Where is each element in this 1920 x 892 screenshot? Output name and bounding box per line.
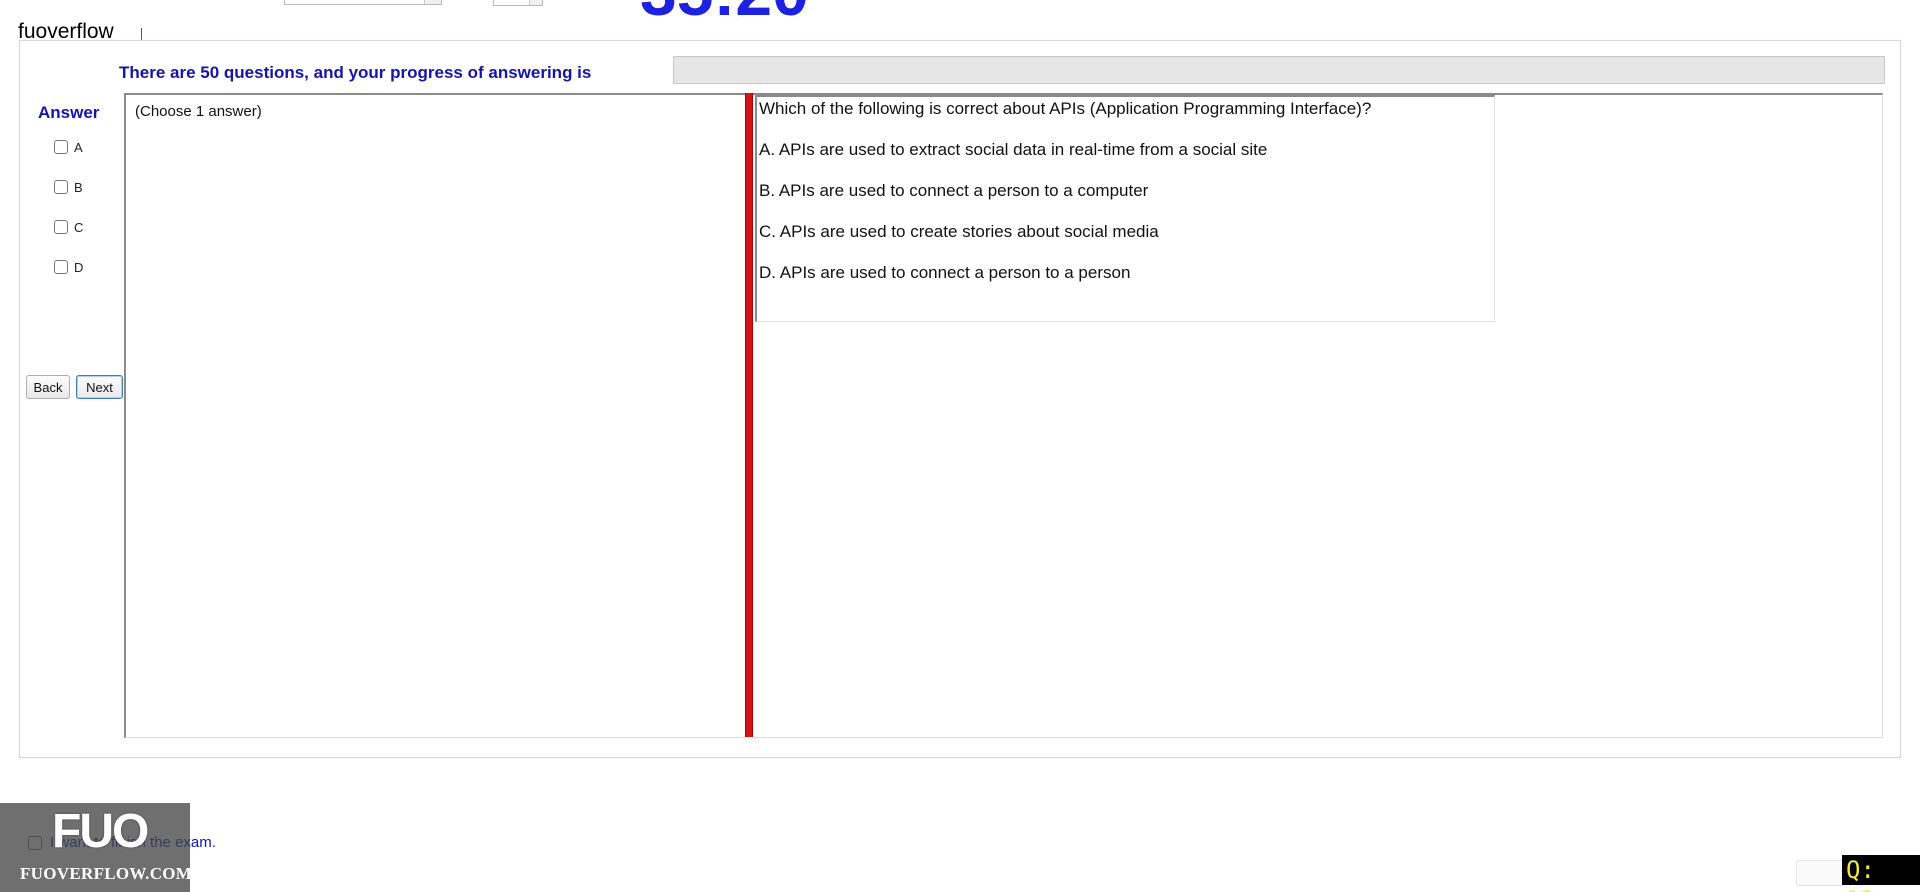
watermark-logo-mark: FUO bbox=[52, 805, 149, 858]
progress-bar bbox=[673, 56, 1885, 84]
answer-option-label: B bbox=[74, 179, 83, 195]
finish-button[interactable] bbox=[1796, 860, 1844, 886]
question-box bbox=[755, 95, 1495, 322]
back-button[interactable]: Back bbox=[26, 375, 70, 399]
question-text: Which of the following is correct about … bbox=[759, 99, 1372, 118]
question-choice-c: C. APIs are used to create stories about… bbox=[759, 222, 1159, 241]
answer-option-c[interactable]: C bbox=[54, 218, 83, 236]
answer-title: Answer bbox=[38, 103, 100, 122]
answer-text-area[interactable] bbox=[124, 93, 749, 738]
chevron-down-icon[interactable] bbox=[424, 0, 441, 4]
answer-checkbox-d[interactable] bbox=[54, 260, 68, 274]
watermark-site-text: FUOVERFLOW.COM bbox=[20, 864, 193, 883]
exam-code-dropdown[interactable] bbox=[284, 0, 442, 5]
answer-option-label: C bbox=[74, 219, 84, 235]
question-choice-b: B. APIs are used to connect a person to … bbox=[759, 181, 1149, 200]
answer-option-d[interactable]: D bbox=[54, 258, 83, 276]
exam-timer: 35:20 bbox=[640, 0, 809, 25]
answer-option-a[interactable]: A bbox=[54, 138, 83, 156]
question-choice-a: A. APIs are used to extract social data … bbox=[759, 140, 1268, 159]
answer-checkbox-b[interactable] bbox=[54, 180, 68, 194]
answer-checkbox-c[interactable] bbox=[54, 220, 68, 234]
question-choice-d: D. APIs are used to connect a person to … bbox=[759, 263, 1131, 282]
answer-option-b[interactable]: B bbox=[54, 178, 83, 196]
answer-checkbox-a[interactable] bbox=[54, 140, 68, 154]
pane-splitter[interactable] bbox=[745, 93, 753, 737]
font-size-dropdown[interactable] bbox=[493, 0, 543, 6]
next-button[interactable]: Next bbox=[76, 375, 123, 399]
question-number-badge: Q: 12 bbox=[1842, 855, 1920, 892]
answer-option-label: A bbox=[74, 139, 83, 155]
chevron-down-icon[interactable] bbox=[529, 0, 542, 5]
choose-hint: (Choose 1 answer) bbox=[135, 103, 262, 120]
answer-option-label: D bbox=[74, 259, 84, 275]
progress-label: There are 50 questions, and your progres… bbox=[119, 63, 592, 82]
